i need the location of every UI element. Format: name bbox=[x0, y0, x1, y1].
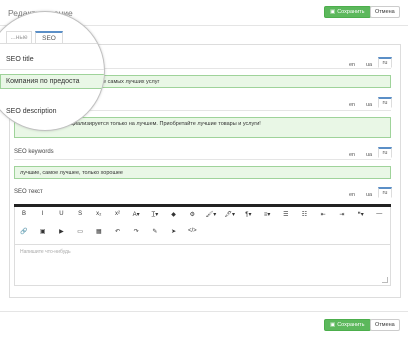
tab-general[interactable]: ...ные bbox=[6, 31, 32, 43]
floppy-icon: ▣ bbox=[330, 9, 336, 15]
lang-ru[interactable]: ru bbox=[378, 97, 392, 108]
toolbar-insert-button-4[interactable]: ▦ bbox=[93, 228, 105, 235]
toolbar-insert-button-2[interactable]: ▶ bbox=[55, 228, 67, 235]
lang-en[interactable]: en bbox=[345, 190, 359, 201]
editor-top-border bbox=[14, 204, 391, 207]
footer-save-button[interactable]: ▣ Сохранить bbox=[324, 319, 371, 331]
toolbar-format-button-6[interactable]: A▾ bbox=[130, 211, 142, 218]
floppy-icon: ▣ bbox=[330, 322, 336, 328]
toolbar-format-button-0[interactable]: B bbox=[18, 211, 30, 217]
lang-ru[interactable]: ru bbox=[378, 187, 392, 198]
editor-content[interactable]: Напишите что-нибудь bbox=[14, 244, 391, 286]
lang-ua[interactable]: ua bbox=[362, 60, 376, 71]
toolbar-insert-button-8[interactable]: ➤ bbox=[168, 228, 180, 235]
seo-title-value: Компания по предоста bbox=[6, 78, 80, 85]
lang-ru[interactable]: ru bbox=[378, 147, 392, 158]
toolbar-format-button-12[interactable]: ¶▾ bbox=[242, 211, 254, 218]
seo-keywords-value: лучшие, самое лучшее, только хорошее bbox=[20, 169, 123, 176]
lang-ru[interactable]: ru bbox=[378, 57, 392, 68]
toolbar-row-1: B I U Sx₂ x² A▾ T̲▾ ◆ ⚙ 🖌▾ 🖋▾ ¶▾ ≡▾ ☰ ☷ ⇤ ⇥ ❝▾ — bbox=[18, 211, 388, 223]
seo-description-label: SEO description bbox=[6, 108, 57, 115]
toolbar-format-button-14[interactable]: ☰ bbox=[280, 211, 292, 218]
toolbar-format-button-9[interactable]: ⚙ bbox=[186, 211, 198, 218]
toolbar-format-button-7[interactable]: T̲▾ bbox=[149, 211, 161, 218]
toolbar-format-button-18[interactable]: ❝▾ bbox=[355, 211, 367, 218]
toolbar-format-button-3[interactable]: S bbox=[74, 211, 86, 217]
toolbar-format-button-19[interactable]: — bbox=[373, 211, 385, 217]
seo-keywords-input[interactable]: лучшие, самое лучшее, только хорошее bbox=[14, 166, 391, 179]
toolbar-insert-button-1[interactable]: ▣ bbox=[37, 228, 49, 235]
footer-cancel-button[interactable]: Отмена bbox=[370, 319, 400, 331]
toolbar-insert-button-3[interactable]: ▭ bbox=[74, 228, 86, 235]
toolbar-format-button-4[interactable]: x₂ bbox=[93, 211, 105, 217]
toolbar-insert-button-5[interactable]: ↶ bbox=[112, 228, 124, 235]
toolbar-insert-button-9[interactable]: </> bbox=[186, 228, 198, 234]
seo-title-label: SEO title bbox=[6, 56, 34, 63]
toolbar-format-button-1[interactable]: I bbox=[37, 211, 49, 217]
seo-title-input-zoom[interactable]: Компания по предоста bbox=[0, 74, 104, 89]
toolbar-format-button-17[interactable]: ⇥ bbox=[336, 211, 348, 218]
toolbar-format-button-5[interactable]: x² bbox=[112, 211, 124, 217]
lang-ua[interactable]: ua bbox=[362, 190, 376, 201]
toolbar-format-button-15[interactable]: ☷ bbox=[299, 211, 311, 218]
field-divider bbox=[0, 69, 104, 70]
toolbar-format-button-10[interactable]: 🖌▾ bbox=[205, 211, 217, 218]
field-divider bbox=[14, 159, 391, 160]
toolbar-format-button-11[interactable]: 🖋▾ bbox=[224, 211, 236, 218]
toolbar-format-button-13[interactable]: ≡▾ bbox=[261, 211, 273, 218]
toolbar-format-button-8[interactable]: ◆ bbox=[168, 211, 180, 218]
toolbar-insert-button-7[interactable]: ✎ bbox=[149, 228, 161, 235]
toolbar-format-button-16[interactable]: ⇤ bbox=[317, 211, 329, 218]
tab-seo-zoom[interactable]: SEO bbox=[35, 31, 63, 43]
save-button-label: Сохранить bbox=[337, 9, 365, 15]
lang-en[interactable]: en bbox=[345, 60, 359, 71]
save-button[interactable]: ▣ Сохранить bbox=[324, 6, 371, 18]
footer-save-label: Сохранить bbox=[337, 322, 365, 328]
toolbar-format-button-2[interactable]: U bbox=[55, 211, 67, 217]
toolbar-row-2: 🔗 ▣ ▶ ▭ ▦ ↶ ↷ ✎ ➤ </> bbox=[18, 228, 388, 240]
footer-divider bbox=[0, 311, 408, 312]
seo-text-label: SEO текст bbox=[14, 189, 43, 195]
toolbar-insert-button-6[interactable]: ↷ bbox=[130, 228, 142, 235]
resize-handle-icon[interactable] bbox=[382, 277, 388, 283]
editor-placeholder: Напишите что-нибудь bbox=[20, 249, 71, 255]
tab-divider bbox=[0, 43, 104, 44]
seo-keywords-label: SEO keywords bbox=[14, 149, 54, 155]
cancel-button[interactable]: Отмена bbox=[370, 6, 400, 18]
toolbar-insert-button-0[interactable]: 🔗 bbox=[18, 228, 30, 235]
